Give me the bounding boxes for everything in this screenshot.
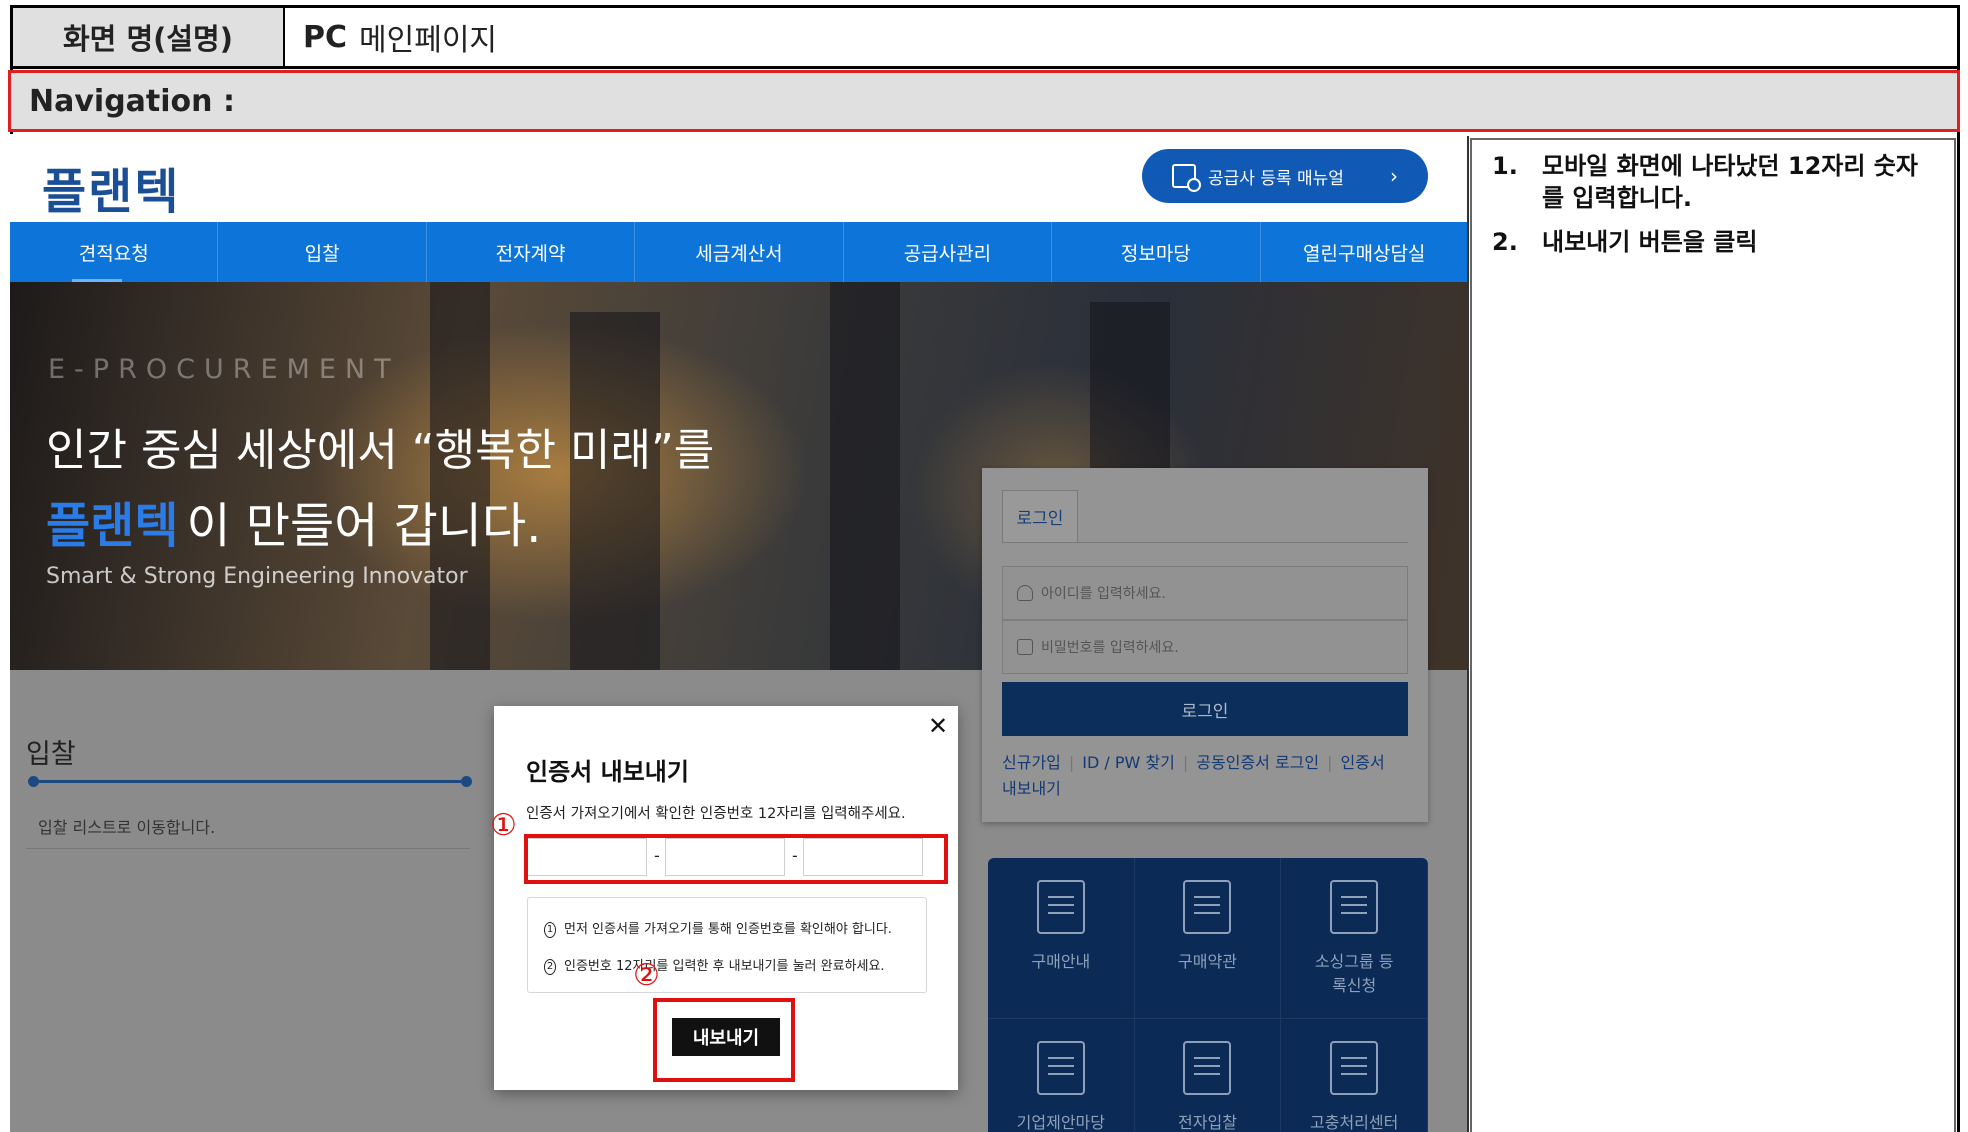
- user-icon: [1017, 585, 1033, 601]
- screen-name-prefix: PC: [303, 19, 348, 55]
- instruction-text: 내보내기 버튼을 클릭: [1542, 228, 1758, 256]
- highlight-export-button: [653, 998, 795, 1082]
- login-tab[interactable]: 로그인: [1002, 490, 1078, 542]
- cert-export-link[interactable]: 인증서: [1341, 753, 1385, 772]
- idea-hand-icon: [1036, 1041, 1085, 1095]
- quick-label: 구매안내: [1031, 952, 1091, 971]
- menu-item-info-board[interactable]: 정보마당: [1052, 222, 1261, 282]
- manual-document-icon: [1172, 164, 1201, 192]
- hero-headline-1: 인간 중심 세상에서 “행복한 미래”를: [46, 425, 715, 476]
- menu-item-tax-invoice[interactable]: 세금계산서: [635, 222, 844, 282]
- supplier-manual-button[interactable]: 공급사 등록 매뉴얼 ›: [1142, 149, 1428, 203]
- instruction-number: 1.: [1492, 152, 1518, 180]
- bid-section-desc: 입찰 리스트로 이동합니다.: [38, 818, 216, 837]
- cert-export-link-wrap[interactable]: 내보내기: [1002, 779, 1061, 798]
- quick-label: 구매약관: [1178, 952, 1237, 971]
- close-icon[interactable]: ✕: [924, 712, 952, 740]
- quick-sourcing-group-apply[interactable]: 소싱그룹 등록신청: [1281, 858, 1428, 1019]
- quick-label: 전자입찰: [1178, 1113, 1237, 1132]
- monitor-gear-icon: [1183, 1041, 1232, 1095]
- monitor-edit-icon: [1330, 880, 1379, 934]
- user-id-placeholder: 아이디를 입력하세요.: [1041, 586, 1166, 602]
- quick-label: 고충처리센터: [1310, 1113, 1399, 1132]
- supplier-manual-label: 공급사 등록 매뉴얼: [1208, 168, 1344, 189]
- instruction-item-2: 2. 내보내기 버튼을 클릭: [1492, 226, 1932, 258]
- password-field[interactable]: 비밀번호를 입력하세요.: [1002, 620, 1408, 674]
- hero-eyebrow: E-PROCUREMENT: [48, 354, 400, 385]
- instruction-number: 2.: [1492, 228, 1518, 256]
- menu-item-quote-request[interactable]: 견적요청: [10, 222, 219, 282]
- signup-link[interactable]: 신규가입: [1002, 753, 1061, 772]
- modal-description: 인증서 가져오기에서 확인한 인증번호 12자리를 입력해주세요.: [526, 806, 906, 822]
- step-marker-1: ①: [490, 808, 517, 843]
- find-id-pw-link[interactable]: ID / PW 찾기: [1082, 753, 1175, 772]
- instruction-item-1: 1. 모바일 화면에 나타났던 12자리 숫자를 입력합니다.: [1492, 150, 1932, 214]
- quick-e-bidding[interactable]: 전자입찰: [1135, 1019, 1282, 1132]
- quick-business-proposal[interactable]: 기업제안마당: [988, 1019, 1135, 1132]
- modal-notice-box: [527, 897, 927, 993]
- divider: [1467, 136, 1469, 1132]
- bid-progress-line: [28, 776, 472, 787]
- screen-name-label: 화면 명(설명): [13, 8, 285, 66]
- login-button[interactable]: 로그인: [1002, 682, 1408, 736]
- main-menu: 견적요청 입찰 전자계약 세금계산서 공급사관리 정보마당 열린구매상담실: [10, 222, 1468, 282]
- screen-name-value: PC 메인페이지: [285, 8, 1957, 66]
- bid-section-title[interactable]: 입찰: [26, 732, 76, 771]
- lock-icon: [1017, 639, 1033, 655]
- navigation-row: Navigation :: [8, 70, 1960, 132]
- highlight-code-inputs: [524, 834, 948, 884]
- notice-number: 2: [544, 958, 556, 975]
- site-logo[interactable]: 플랜텍: [42, 152, 180, 222]
- site-header: 플랜텍 공급사 등록 매뉴얼 ›: [10, 134, 1468, 222]
- hero-subtitle: Smart & Strong Engineering Innovator: [46, 564, 468, 589]
- password-placeholder: 비밀번호를 입력하세요.: [1041, 640, 1179, 656]
- quick-label: 기업제안마당: [1016, 1113, 1105, 1132]
- hero-headline-2-text: 이 만들어 갑니다.: [186, 498, 542, 554]
- screen-name-text: 메인페이지: [359, 23, 498, 58]
- cert-login-link[interactable]: 공동인증서 로그인: [1196, 753, 1319, 772]
- quick-purchase-guide[interactable]: 구매안내: [988, 858, 1135, 1019]
- clipboard-icon: [1183, 880, 1232, 934]
- quick-grievance-center[interactable]: 고충처리센터: [1281, 1019, 1428, 1132]
- user-id-field[interactable]: 아이디를 입력하세요.: [1002, 566, 1408, 620]
- quick-purchase-terms[interactable]: 구매약관: [1134, 858, 1282, 1019]
- navigation-label: Navigation :: [29, 83, 235, 119]
- menu-item-bid[interactable]: 입찰: [218, 222, 427, 282]
- document-info-icon: [1036, 880, 1085, 934]
- hero-plant-tower: [570, 312, 660, 670]
- modal-title: 인증서 내보내기: [526, 758, 689, 786]
- notice-text: 먼저 인증서를 가져오기를 통해 인증번호를 확인해야 합니다.: [564, 922, 892, 937]
- quick-label: 소싱그룹 등록신청: [1314, 952, 1394, 995]
- instruction-text: 모바일 화면에 나타났던 12자리 숫자를 입력합니다.: [1542, 152, 1918, 212]
- screen-title-row: 화면 명(설명) PC 메인페이지: [10, 5, 1960, 69]
- hero-headline-2: 플랜텍 이 만들어 갑니다.: [46, 486, 541, 556]
- menu-item-e-contract[interactable]: 전자계약: [427, 222, 636, 282]
- menu-item-supplier-management[interactable]: 공급사관리: [844, 222, 1053, 282]
- instruction-panel: 1. 모바일 화면에 나타났던 12자리 숫자를 입력합니다. 2. 내보내기 …: [1470, 138, 1956, 1132]
- hero-brand: 플랜텍: [46, 498, 179, 554]
- step-marker-2: ②: [633, 958, 660, 993]
- chevron-right-icon: ›: [1390, 164, 1398, 188]
- quick-menu-grid: 구매안내 구매약관 소싱그룹 등록신청 기업제안마당 전자입찰 고충처리센터: [988, 858, 1428, 1132]
- notice-text: 인증번호 12자리를 입력한 후 내보내기를 눌러 완료하세요.: [564, 959, 885, 974]
- megaphone-icon: [1330, 1041, 1379, 1095]
- notice-line-2: 2 인증번호 12자리를 입력한 후 내보내기를 눌러 완료하세요.: [544, 955, 885, 975]
- divider: [1002, 542, 1408, 543]
- login-links: 신규가입 | ID / PW 찾기 | 공동인증서 로그인 | 인증서 내보내기: [1002, 753, 1385, 798]
- hero-plant-tower: [830, 282, 900, 670]
- notice-line-1: 1 먼저 인증서를 가져오기를 통해 인증번호를 확인해야 합니다.: [544, 918, 892, 938]
- divider: [26, 848, 470, 849]
- notice-number: 1: [544, 921, 556, 938]
- menu-item-open-purchase-consult[interactable]: 열린구매상담실: [1261, 222, 1468, 282]
- login-card: 로그인 아이디를 입력하세요. 비밀번호를 입력하세요. 로그인 신규가입 | ID…: [982, 468, 1428, 822]
